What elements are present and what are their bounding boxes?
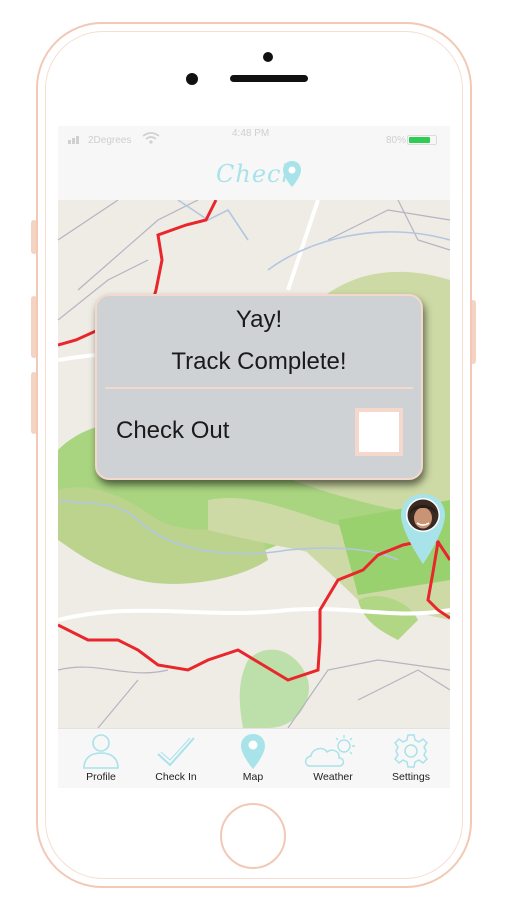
tab-label: Weather — [313, 771, 353, 783]
dialog-subtitle: Track Complete! — [171, 348, 347, 375]
tab-label: Check In — [155, 771, 197, 783]
dialog-divider — [105, 387, 413, 389]
signal-icon — [68, 136, 79, 144]
battery-percent: 80% — [386, 135, 407, 146]
tab-map[interactable]: Map — [214, 729, 292, 788]
tab-label: Profile — [86, 771, 116, 783]
carrier-name: 2Degrees — [88, 135, 132, 146]
user-location-pin-icon[interactable] — [398, 492, 448, 566]
tab-weather[interactable]: Weather — [294, 729, 372, 788]
app-header: Check — [58, 152, 450, 201]
gear-icon — [394, 734, 428, 768]
tab-label: Map — [242, 771, 264, 783]
cloud-sun-icon — [304, 735, 355, 767]
tab-label: Settings — [392, 771, 430, 783]
person-icon — [83, 734, 119, 769]
checkmark-icon — [157, 737, 195, 767]
status-time: 4:48 PM — [232, 128, 270, 139]
home-button[interactable] — [220, 803, 286, 869]
map-pin-icon — [241, 734, 265, 769]
front-camera — [186, 73, 198, 85]
battery-icon — [407, 135, 437, 145]
wifi-icon — [142, 132, 160, 144]
tab-settings[interactable]: Settings — [372, 729, 450, 788]
checkout-label: Check Out — [116, 417, 230, 444]
tab-bar: Profile Check In Map Weather Settings — [58, 728, 450, 788]
earpiece-speaker — [230, 75, 308, 82]
checkout-checkbox[interactable] — [355, 408, 403, 456]
app-screen: 2Degrees 4:48 PM 80% Check Yay! Track Co… — [58, 126, 450, 788]
tab-check-in[interactable]: Check In — [137, 729, 215, 788]
status-bar: 2Degrees 4:48 PM 80% — [58, 126, 450, 152]
track-complete-dialog: Yay! Track Complete! Check Out — [95, 294, 423, 480]
map-pin-icon — [283, 161, 301, 187]
tab-profile[interactable]: Profile — [62, 729, 140, 788]
front-sensor — [263, 52, 273, 62]
dialog-title: Yay! — [235, 306, 283, 333]
battery-level — [409, 137, 430, 143]
